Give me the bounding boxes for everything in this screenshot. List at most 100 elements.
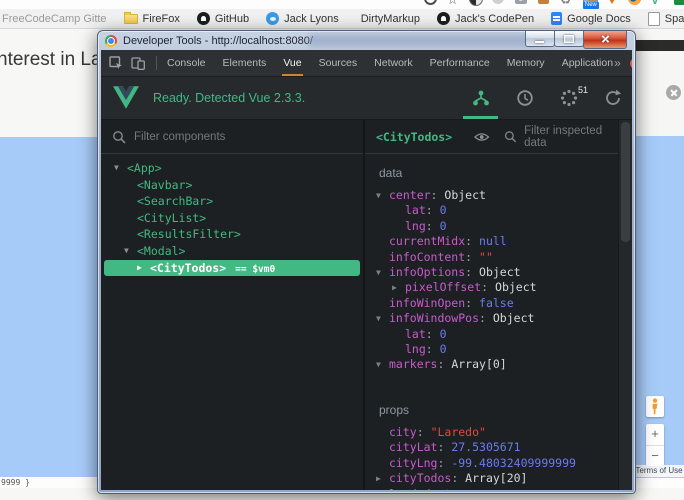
minimize-button[interactable] <box>525 31 555 47</box>
component-filter-row[interactable]: Filter components <box>101 120 363 154</box>
devtools-tabbar: Console Elements Vue Sources Network Performa… <box>101 50 632 77</box>
bookmark-item[interactable]: Jack's CodePen <box>437 12 534 25</box>
devtools-tab-elements[interactable]: Elements <box>222 50 268 76</box>
state-row: infoContent: "" <box>365 250 632 265</box>
expand-arrow-icon[interactable]: ▼ <box>376 188 381 203</box>
bookmark-item[interactable]: Sparkle Temp Site <box>647 11 684 26</box>
state-section-data: data ▼ center: Object lat: 0 lng: 0 currentMi… <box>365 166 632 373</box>
inspect-dom-eye-icon[interactable] <box>474 132 490 142</box>
modal-close-button[interactable] <box>666 85 681 100</box>
state-colon: : <box>431 487 445 491</box>
map-area-left[interactable] <box>0 137 97 477</box>
devtools-tab-performance[interactable]: Performance <box>429 50 491 76</box>
component-tree-item[interactable]: ▼ <App> <box>101 160 363 177</box>
expand-arrow-icon[interactable]: ▼ <box>376 311 381 326</box>
component-state: data ▼ center: Object lat: 0 lng: 0 currentMi… <box>365 154 632 490</box>
state-value: 27.5305671 <box>451 440 521 455</box>
component-tree-item[interactable]: <SearchBar> <box>101 193 363 210</box>
state-colon: : <box>425 218 440 233</box>
pegman-icon <box>652 398 658 415</box>
devtools-tab-network[interactable]: Network <box>373 50 414 76</box>
state-colon: : <box>425 203 440 218</box>
zoom-out-button[interactable]: − <box>646 446 664 467</box>
page-debug-text: 9999 } <box>1 478 30 487</box>
bookmark-item[interactable]: FireFox <box>123 11 180 25</box>
map-area-right[interactable]: + − Terms of Use <box>634 136 684 478</box>
green-box-icon[interactable] <box>673 0 684 5</box>
vm-ref-label: == $vm0 <box>235 263 276 275</box>
component-tree-item[interactable]: <ResultsFilter> <box>101 226 363 243</box>
collapse-arrow-icon[interactable]: ▶ <box>137 260 142 277</box>
search-icon <box>504 131 516 143</box>
bookmark-item[interactable]: FreeCodeCamp Gitte <box>2 13 107 25</box>
bookmark-label: DirtyMarkup <box>360 12 420 25</box>
scrollbar-thumb[interactable] <box>621 122 630 242</box>
extensions-strip: ☆ 0 ♻ New V <box>0 0 684 9</box>
blue-circle-icon <box>266 12 280 25</box>
state-row: ▶ cityTodos: Array[20] <box>365 471 632 486</box>
map-terms-link[interactable]: Terms of Use <box>634 465 684 477</box>
bookmark-item[interactable]: Google Docs <box>551 12 631 25</box>
map-pegman-control[interactable] <box>646 396 664 417</box>
history-tab-icon[interactable] <box>515 89 534 108</box>
devtools-tab-vue[interactable]: Vue <box>282 50 303 76</box>
more-tabs-button[interactable]: » <box>614 56 621 70</box>
state-value: 0 <box>439 326 447 341</box>
state-row: loaded: true <box>365 487 632 491</box>
collapse-arrow-icon[interactable]: ▶ <box>392 280 397 295</box>
component-tree-item[interactable]: ▼ <Modal> <box>101 243 363 260</box>
recycle-icon[interactable]: ♻ <box>560 0 576 8</box>
component-tree-item[interactable]: <Navbar> <box>101 177 363 194</box>
state-row: currentMidx: null <box>365 234 632 249</box>
components-tab-icon[interactable] <box>463 89 498 119</box>
page-navbar-fragment <box>634 40 684 51</box>
half-circle-icon[interactable] <box>469 0 484 6</box>
state-key: loaded <box>389 487 431 491</box>
vue-panes: Filter components ▼ <App> <Navbar> <SearchB… <box>101 120 632 490</box>
component-tree-item[interactable]: ▶ <CityTodos> == $vm0 <box>104 259 360 277</box>
state-key: cityTodos <box>389 471 452 486</box>
inspector-scrollbar[interactable] <box>618 120 632 490</box>
maximize-button[interactable] <box>554 31 584 47</box>
orange-arrow-icon[interactable] <box>605 0 618 4</box>
zero-box-icon[interactable]: 0 <box>514 0 527 4</box>
device-toolbar-icon[interactable] <box>131 56 145 70</box>
bookmark-label: Sparkle Temp Site <box>664 12 684 25</box>
error-badge[interactable]: 14 <box>629 57 632 69</box>
bookmark-item[interactable]: GitHub <box>196 12 249 25</box>
state-colon: : <box>416 424 431 439</box>
devtools-tab-application[interactable]: Application <box>561 50 614 76</box>
expand-arrow-icon[interactable]: ▼ <box>376 357 381 372</box>
refresh-icon[interactable] <box>603 89 622 108</box>
state-value: null <box>479 234 507 249</box>
devtools-tab-sources[interactable]: Sources <box>318 50 359 76</box>
ghost-icon[interactable] <box>492 0 505 4</box>
error-icon <box>629 57 632 69</box>
expand-arrow-icon[interactable]: ▼ <box>114 160 119 177</box>
close-button[interactable] <box>583 31 627 49</box>
firefox-icon[interactable] <box>628 0 642 5</box>
zoom-in-button[interactable]: + <box>646 424 664 446</box>
devtools-titlebar[interactable]: Developer Tools - http://localhost:8080/ <box>98 31 635 50</box>
state-colon: : <box>465 234 480 249</box>
collapse-arrow-icon[interactable]: ▶ <box>376 471 381 486</box>
inspect-element-icon[interactable] <box>109 56 123 70</box>
bookmark-item[interactable]: DirtyMarkup <box>356 13 420 25</box>
devtools-tab-console[interactable]: Console <box>166 50 207 76</box>
state-key: currentMidx <box>389 234 466 249</box>
bookmark-item[interactable]: Jack Lyons <box>266 12 339 25</box>
expand-arrow-icon[interactable]: ▼ <box>124 243 129 260</box>
events-tab-icon[interactable]: 51 <box>559 85 588 108</box>
bookmark-label: FireFox <box>142 12 180 25</box>
star-icon[interactable]: ☆ <box>447 0 463 8</box>
component-tree-item[interactable]: <CityList> <box>101 210 363 227</box>
expand-arrow-icon[interactable]: ▼ <box>376 265 381 280</box>
state-key: cityLat <box>389 440 438 455</box>
magnifier-icon[interactable] <box>424 0 437 5</box>
vue-icon[interactable]: V <box>651 0 667 8</box>
devtools-tab-memory[interactable]: Memory <box>506 50 546 76</box>
wrench-icon[interactable] <box>537 0 549 4</box>
image-new-icon[interactable]: New <box>582 0 599 9</box>
component-tag: <Navbar> <box>137 177 193 192</box>
state-row: lng: 0 <box>365 219 632 234</box>
